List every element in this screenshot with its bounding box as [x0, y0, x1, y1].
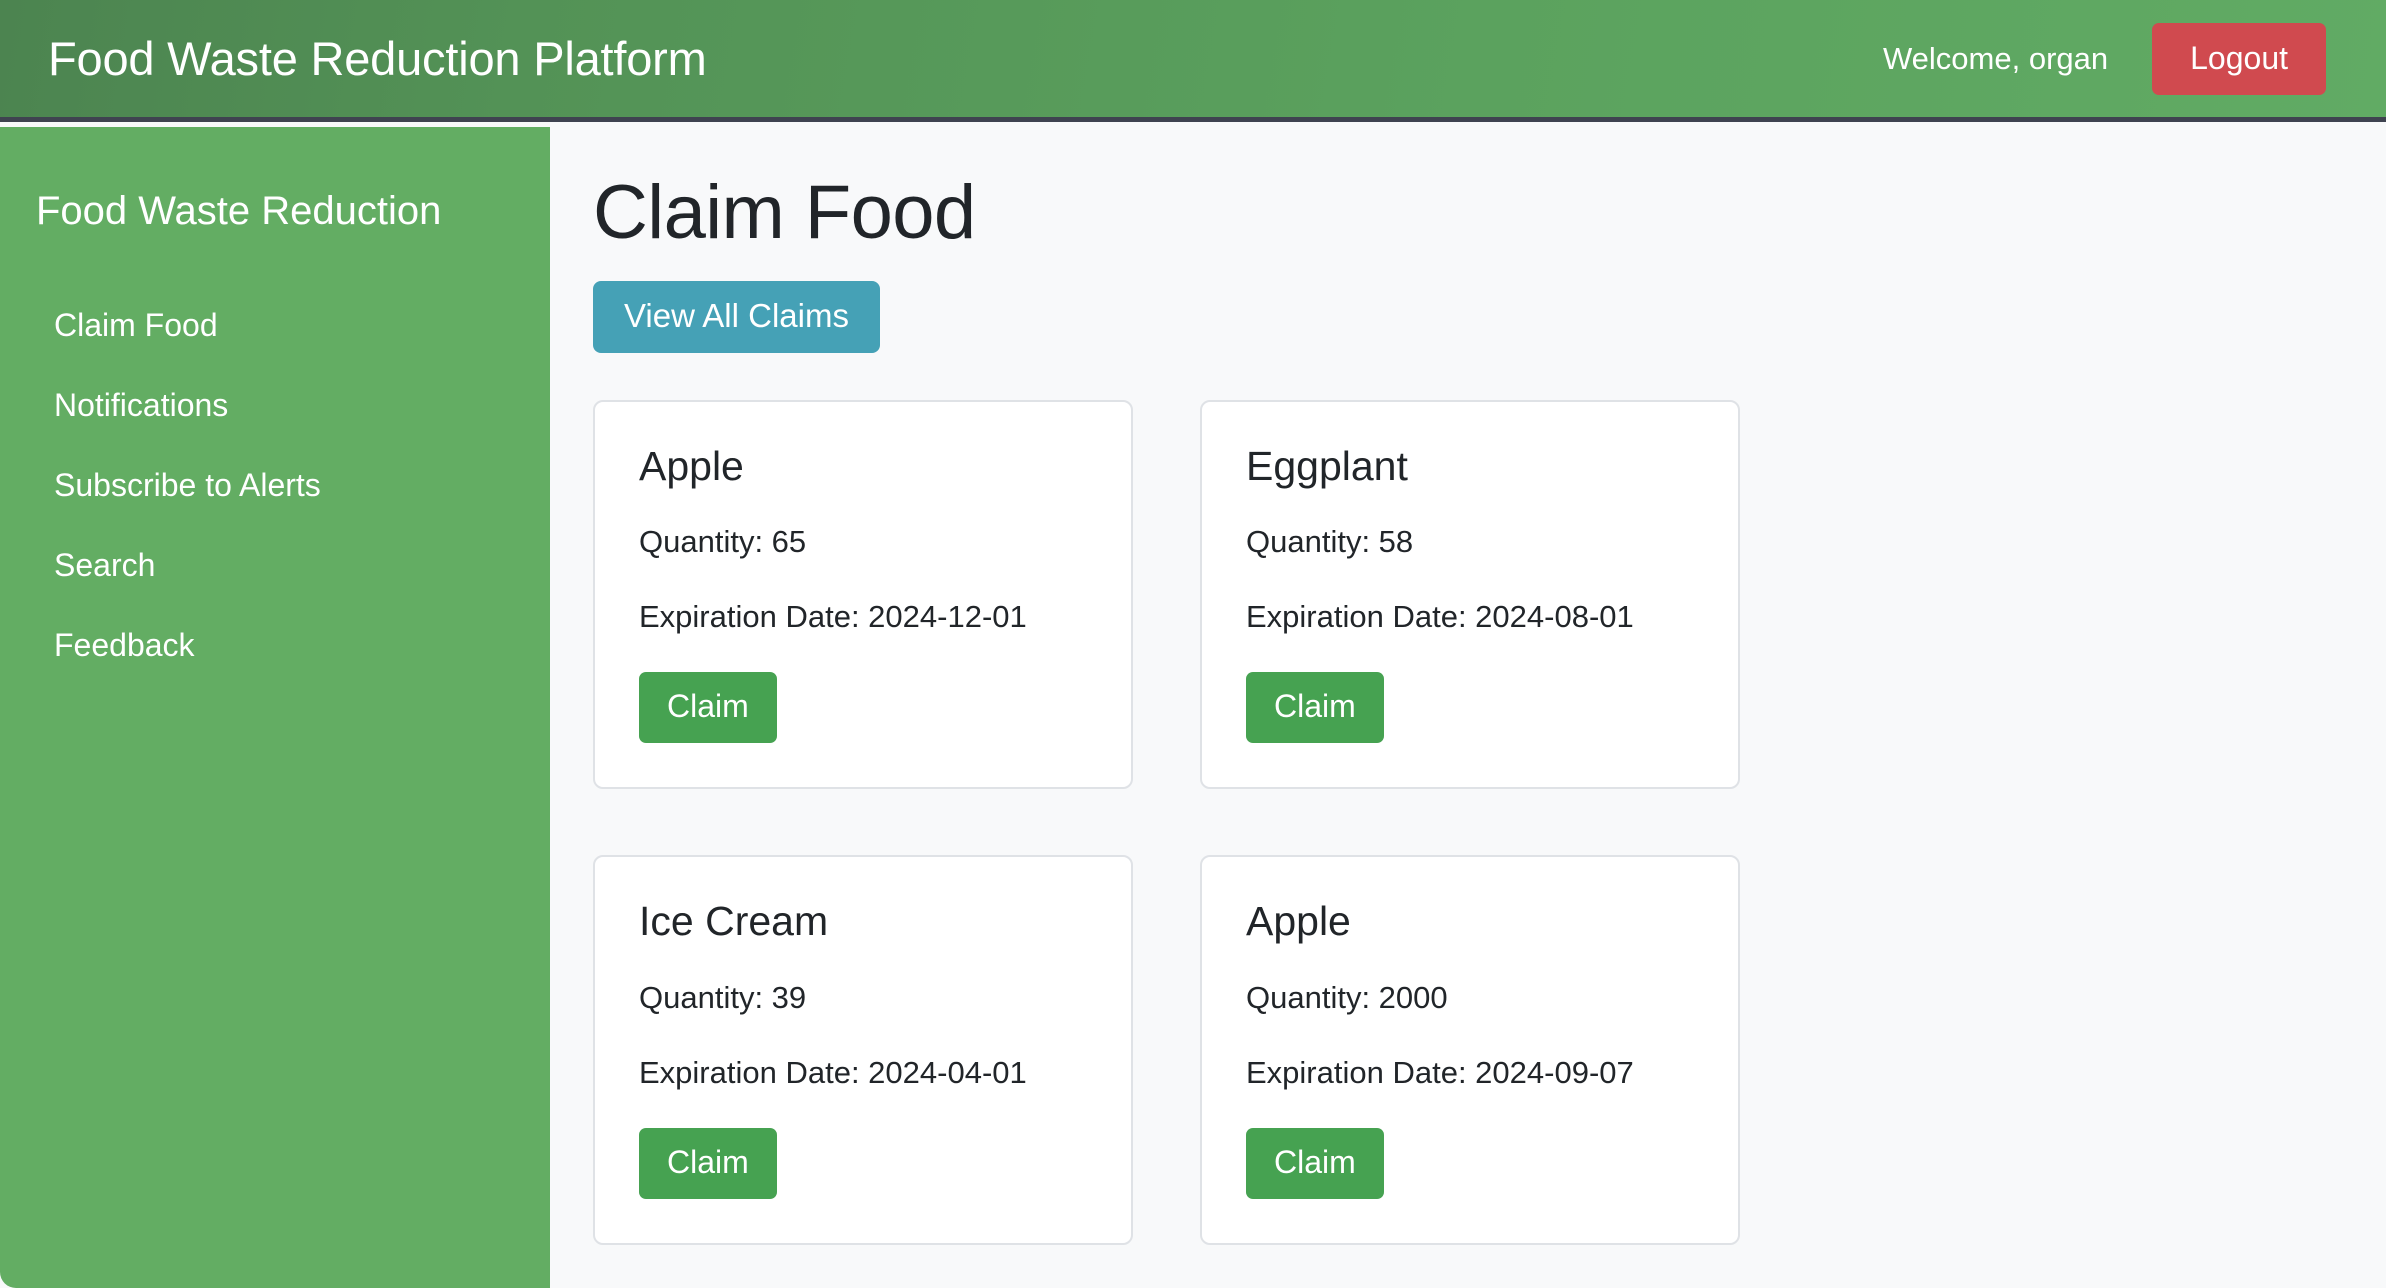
food-card-expiration: Expiration Date: 2024-08-01: [1246, 599, 1634, 635]
sidebar-item-search[interactable]: Search: [0, 525, 550, 605]
browser-viewport: Food Waste Reduction Platform Welcome, o…: [0, 0, 2386, 1288]
claim-button[interactable]: Claim: [1246, 1128, 1384, 1200]
food-card-quantity: Quantity: 58: [1246, 523, 1414, 559]
view-all-claims-button[interactable]: View All Claims: [593, 280, 880, 353]
welcome-message: Welcome, organ: [1882, 40, 2109, 76]
app-header: Food Waste Reduction Platform Welcome, o…: [0, 0, 2386, 122]
sidebar: Food Waste Reduction Claim Food Notifica…: [0, 127, 550, 1288]
sidebar-item-subscribe-to-alerts[interactable]: Subscribe to Alerts: [0, 445, 550, 525]
app-title: Food Waste Reduction Platform: [48, 32, 707, 85]
food-card-expiration: Expiration Date: 2024-12-01: [639, 599, 1027, 635]
sidebar-item-feedback[interactable]: Feedback: [0, 605, 550, 685]
food-card: Eggplant Quantity: 58 Expiration Date: 2…: [1200, 399, 1740, 790]
food-card-title: Eggplant: [1246, 442, 1408, 489]
sidebar-nav: Claim Food Notifications Subscribe to Al…: [0, 285, 550, 685]
food-card-expiration: Expiration Date: 2024-09-07: [1246, 1054, 1634, 1090]
claim-button[interactable]: Claim: [1246, 672, 1384, 744]
logout-button[interactable]: Logout: [2152, 22, 2326, 95]
page-title: Claim Food: [593, 170, 976, 255]
sidebar-item-notifications[interactable]: Notifications: [0, 365, 550, 445]
food-card-title: Apple: [639, 442, 744, 489]
claim-button[interactable]: Claim: [639, 672, 777, 744]
food-card-grid: Apple Quantity: 65 Expiration Date: 2024…: [593, 399, 2326, 1246]
food-card-quantity: Quantity: 65: [639, 523, 807, 559]
header-right-group: Welcome, organ Logout: [1882, 22, 2326, 95]
food-card: Apple Quantity: 2000 Expiration Date: 20…: [1200, 855, 1740, 1246]
food-card: Apple Quantity: 65 Expiration Date: 2024…: [593, 399, 1133, 790]
sidebar-brand: Food Waste Reduction: [36, 189, 442, 233]
food-card-quantity: Quantity: 39: [639, 979, 807, 1015]
main-content: Claim Food View All Claims Apple Quantit…: [550, 127, 2386, 1288]
claim-button[interactable]: Claim: [639, 1128, 777, 1200]
food-card-quantity: Quantity: 2000: [1246, 979, 1448, 1015]
food-card: Ice Cream Quantity: 39 Expiration Date: …: [593, 855, 1133, 1246]
food-card-expiration: Expiration Date: 2024-04-01: [639, 1054, 1027, 1090]
food-card-title: Apple: [1246, 898, 1351, 945]
food-card-title: Ice Cream: [639, 898, 829, 945]
sidebar-item-claim-food[interactable]: Claim Food: [0, 285, 550, 365]
